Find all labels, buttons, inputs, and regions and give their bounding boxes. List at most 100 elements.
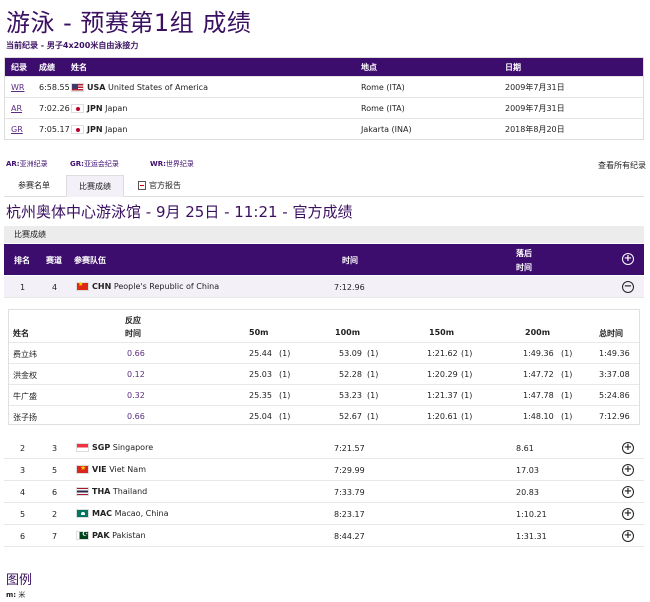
expand-icon[interactable]: + xyxy=(622,464,634,476)
split-m150: 1:21.62 xyxy=(427,349,458,358)
tab-official-report-label: 官方报告 xyxy=(149,181,181,190)
record-name: Japan xyxy=(105,124,128,134)
tab-entries[interactable]: 参赛名单 xyxy=(18,175,50,197)
result-row[interactable]: 2 3 SGP Singapore 7:21.57 8.61 + xyxy=(4,437,644,459)
record-place: Rome (ITA) xyxy=(361,103,405,113)
split-rank-m200: (1) xyxy=(561,412,573,421)
rank: 4 xyxy=(20,488,26,497)
page-title: 游泳 - 预赛第1组 成绩 xyxy=(6,9,252,37)
legend-ar: AR:亚洲纪录 xyxy=(6,160,48,168)
collapse-icon[interactable]: − xyxy=(622,281,634,293)
split-m100: 52.67 xyxy=(339,412,362,421)
rank: 5 xyxy=(20,510,26,519)
swimmer-name: 张子扬 xyxy=(13,413,37,422)
record-holder: JPN Japan xyxy=(71,124,128,134)
flag-chn-icon xyxy=(76,281,89,291)
split-m50: 25.44 xyxy=(249,349,272,358)
split-m200: 1:48.10 xyxy=(523,412,554,421)
reaction-time: 0.32 xyxy=(127,391,145,400)
record-date: 2018年8月20日 xyxy=(505,124,565,134)
tab-results[interactable]: 比赛成绩 xyxy=(66,175,124,197)
flag-vie-icon xyxy=(76,464,89,474)
lane: 5 xyxy=(52,466,58,475)
tab-bar: 参赛名单 比赛成绩 官方报告 xyxy=(4,175,644,197)
flag-pak-icon xyxy=(76,530,89,540)
header-time: 时间 xyxy=(342,256,358,265)
rec-header-time: 成绩 xyxy=(39,62,55,72)
split-m200: 1:47.72 xyxy=(523,370,554,379)
split-m50: 25.35 xyxy=(249,391,272,400)
result-row[interactable]: 5 2 MAC Macao, China 8:23.17 1:10.21 + xyxy=(4,503,644,525)
time: 8:44.27 xyxy=(334,532,365,541)
rank: 1 xyxy=(20,283,26,292)
time: 7:29.99 xyxy=(334,466,365,475)
record-date: 2009年7月31日 xyxy=(505,103,565,113)
flag-tha-icon xyxy=(76,487,89,496)
swimmer-name: 牛广盛 xyxy=(13,392,37,401)
team-noc: VIE xyxy=(92,465,107,474)
splits-table: 姓名 反应 时间 50m 100m 150m 200m 总时间 费立纬 0.66 2… xyxy=(8,309,640,425)
split-total: 7:12.96 xyxy=(599,412,630,421)
result-row[interactable]: 6 7 PAK Pakistan 8:44.27 1:31.31 + xyxy=(4,525,644,547)
expand-icon[interactable]: + xyxy=(622,442,634,454)
expand-icon[interactable]: + xyxy=(622,530,634,542)
reaction-time: 0.66 xyxy=(127,412,145,421)
split-m200: 1:47.78 xyxy=(523,391,554,400)
rank: 2 xyxy=(20,444,26,453)
time: 7:12.96 xyxy=(334,283,365,292)
split-m150: 1:20.29 xyxy=(427,370,458,379)
header-behind-2: 时间 xyxy=(516,263,532,272)
header-team: 参赛队伍 xyxy=(74,256,106,265)
expand-icon[interactable]: + xyxy=(622,508,634,520)
record-code-link[interactable]: GR xyxy=(11,125,23,134)
split-rank-m200: (1) xyxy=(561,391,573,400)
split-row: 张子扬 0.66 25.04 (1) 52.67 (1) 1:20.61 (1) 1:48.10… xyxy=(9,405,639,426)
record-code-link[interactable]: WR xyxy=(11,83,24,92)
result-row-expanded[interactable]: 1 4 CHN People's Republic of China 7:12.… xyxy=(4,276,644,298)
legend-gr: GR:亚运会纪录 xyxy=(70,160,119,168)
results-section-label: 比赛成绩 xyxy=(4,226,644,243)
rec-header-place: 地点 xyxy=(361,62,377,72)
split-row: 牛广盛 0.32 25.35 (1) 53.23 (1) 1:21.37 (1) 1:47.78… xyxy=(9,384,639,405)
venue-heading: 杭州奥体中心游泳馆 - 9月 25日 - 11:21 - 官方成绩 xyxy=(6,203,353,221)
tab-official-report[interactable]: 官方报告 xyxy=(138,175,181,197)
flag-jpn-icon xyxy=(71,124,84,134)
record-code-link[interactable]: AR xyxy=(11,104,22,113)
sp-header-total: 总时间 xyxy=(599,329,623,338)
expand-all-icon[interactable]: + xyxy=(622,253,634,265)
record-time: 7:05.17 xyxy=(39,124,70,134)
view-all-records-link[interactable]: 查看所有纪录 xyxy=(598,160,646,171)
team-noc: THA xyxy=(92,487,111,496)
header-behind-1: 落后 xyxy=(516,249,532,258)
split-rank-m150: (1) xyxy=(461,391,473,400)
team-noc: MAC xyxy=(92,509,113,518)
time: 7:33.79 xyxy=(334,488,365,497)
time: 8:23.17 xyxy=(334,510,365,519)
record-row: AR 7:02.26 JPN Japan Rome (ITA) 2009年7月31日 xyxy=(5,97,643,118)
record-name: Japan xyxy=(105,103,128,113)
swimmer-name: 费立纬 xyxy=(13,350,37,359)
split-m150: 1:21.37 xyxy=(427,391,458,400)
time-behind: 8.61 xyxy=(516,444,534,453)
record-noc: USA xyxy=(87,82,106,92)
team-name: Pakistan xyxy=(112,531,146,540)
result-row[interactable]: 4 6 THA Thailand 7:33.79 20.83 + xyxy=(4,481,644,503)
sp-header-200m: 200m xyxy=(525,328,551,337)
team: THA Thailand xyxy=(76,487,147,496)
legend-footnote: m: 米 xyxy=(6,591,26,599)
expand-icon[interactable]: + xyxy=(622,486,634,498)
sp-header-150m: 150m xyxy=(429,328,455,337)
team: SGP Singapore xyxy=(76,443,153,452)
team: VIE Viet Nam xyxy=(76,464,146,474)
flag-jpn-icon xyxy=(71,103,84,113)
rec-header-name: 姓名 xyxy=(71,62,87,72)
split-rank-m150: (1) xyxy=(461,349,473,358)
document-icon xyxy=(138,181,146,190)
time-behind: 17.03 xyxy=(516,466,539,475)
sp-header-50m: 50m xyxy=(249,328,269,337)
split-rank-m100: (1) xyxy=(367,391,379,400)
result-row[interactable]: 3 5 VIE Viet Nam 7:29.99 17.03 + xyxy=(4,459,644,481)
record-place: Jakarta (INA) xyxy=(361,124,412,134)
record-holder: USA United States of America xyxy=(71,82,208,92)
lane: 2 xyxy=(52,510,58,519)
